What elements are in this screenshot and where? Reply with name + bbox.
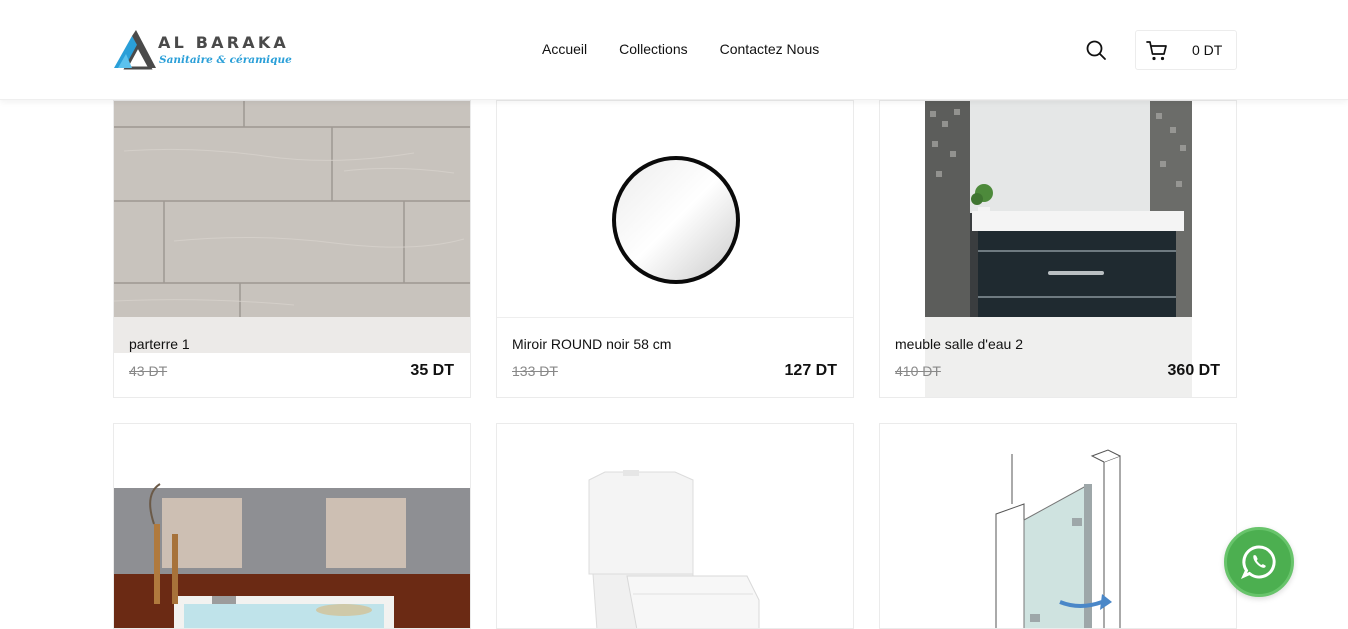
nav-item-contact[interactable]: Contactez Nous (720, 41, 820, 57)
search-button[interactable] (1085, 39, 1107, 61)
nav-item-collections[interactable]: Collections (619, 41, 687, 57)
cart-total: 0 DT (1192, 42, 1223, 58)
product-price: 35 DT (410, 362, 454, 379)
product-name[interactable]: parterre 1 (129, 336, 190, 352)
logo-mark-icon (114, 30, 156, 70)
product-image-round-mirror (497, 101, 853, 317)
product-card[interactable]: parterre 1 43 DT 35 DT (113, 100, 471, 398)
product-image-shower-door (880, 424, 1236, 628)
product-price: 360 DT (1167, 362, 1220, 379)
product-image-toilet (497, 424, 853, 628)
cart-icon (1146, 41, 1167, 61)
product-card[interactable] (496, 423, 854, 629)
divider (497, 317, 853, 318)
site-header: AL BARAKA Sanitaire & céramique Accueil … (0, 0, 1348, 100)
product-card[interactable] (879, 423, 1237, 629)
brand-logo[interactable]: AL BARAKA Sanitaire & céramique (112, 28, 292, 72)
product-image-bathtub (114, 424, 470, 628)
product-card[interactable]: meuble salle d'eau 2 410 DT 360 DT (879, 100, 1237, 398)
whatsapp-icon (1240, 545, 1276, 580)
info-overlay (880, 317, 1236, 397)
product-name[interactable]: Miroir ROUND noir 58 cm (512, 336, 671, 352)
search-icon (1086, 40, 1106, 60)
product-card[interactable]: Miroir ROUND noir 58 cm 133 DT 127 DT (496, 100, 854, 398)
product-name[interactable]: meuble salle d'eau 2 (895, 336, 1023, 352)
brand-tagline: Sanitaire & céramique (159, 54, 292, 66)
product-price: 127 DT (784, 362, 837, 379)
main-nav: Accueil Collections Contactez Nous (542, 41, 819, 57)
cart-button[interactable]: 0 DT (1135, 30, 1237, 70)
brand-name: AL BARAKA (158, 33, 290, 52)
whatsapp-button[interactable] (1224, 527, 1294, 597)
product-old-price: 410 DT (895, 363, 941, 379)
product-old-price: 133 DT (512, 363, 558, 379)
product-old-price: 43 DT (129, 363, 168, 379)
product-card[interactable] (113, 423, 471, 629)
nav-item-accueil[interactable]: Accueil (542, 41, 587, 57)
product-image-floor-tile (114, 101, 470, 317)
